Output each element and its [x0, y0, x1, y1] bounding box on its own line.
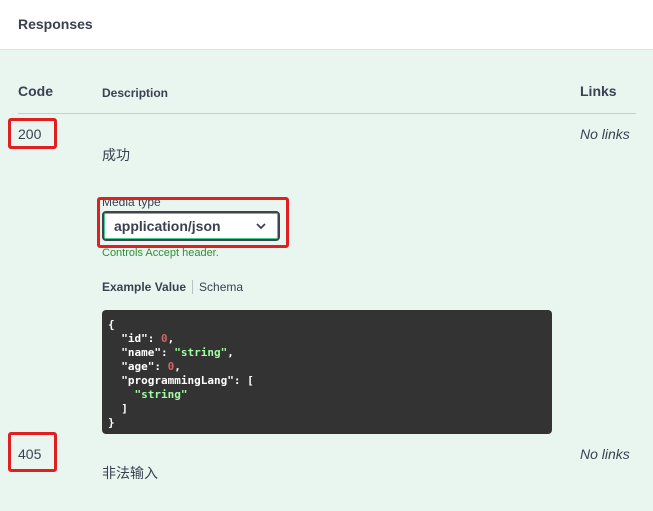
code-close-brace: } [108, 416, 115, 429]
code-number: 0 [161, 332, 168, 345]
code-line: { [108, 318, 546, 332]
responses-title: Responses [18, 16, 93, 32]
code-array-open: [ [247, 374, 254, 387]
column-header-description: Description [102, 86, 169, 100]
code-line: ] [108, 402, 546, 416]
code-key: "name" [121, 346, 161, 359]
code-string: "string" [174, 346, 228, 359]
example-tabs: Example Value Schema [102, 280, 243, 294]
response-links-200: No links [580, 126, 630, 142]
code-string: "string" [134, 388, 188, 401]
code-array-close: ] [121, 402, 128, 415]
code-open-brace: { [108, 318, 115, 331]
code-line: "programmingLang": [ [121, 374, 254, 387]
column-header-links: Links [580, 83, 617, 99]
column-header-code: Code [18, 83, 53, 99]
response-links-405: No links [580, 446, 630, 462]
tab-example-value[interactable]: Example Value [102, 280, 194, 294]
media-type-select[interactable]: application/json [102, 211, 280, 241]
example-value-code: { "id": 0, "name": "string", "age": 0, "… [102, 310, 552, 434]
code-line: "name": "string", [121, 346, 234, 359]
code-line: "string" [108, 388, 546, 402]
tab-schema[interactable]: Schema [193, 280, 243, 294]
response-description-405: 非法输入 [102, 465, 158, 481]
responses-header: Responses [0, 0, 653, 50]
response-code-200: 200 [18, 126, 42, 142]
code-line: } [108, 416, 546, 430]
code-line: "age": 0, [121, 360, 181, 373]
code-key: "id" [121, 332, 148, 345]
code-key: "age" [121, 360, 155, 373]
response-description-200: 成功 [102, 147, 130, 163]
media-type-value: application/json [114, 218, 221, 234]
header-divider [18, 113, 636, 114]
code-key: "programmingLang" [121, 374, 234, 387]
code-line: "id": 0, [121, 332, 175, 345]
response-code-405: 405 [18, 446, 42, 462]
chevron-down-icon [256, 223, 266, 230]
controls-accept-note: Controls Accept header. [102, 247, 219, 259]
